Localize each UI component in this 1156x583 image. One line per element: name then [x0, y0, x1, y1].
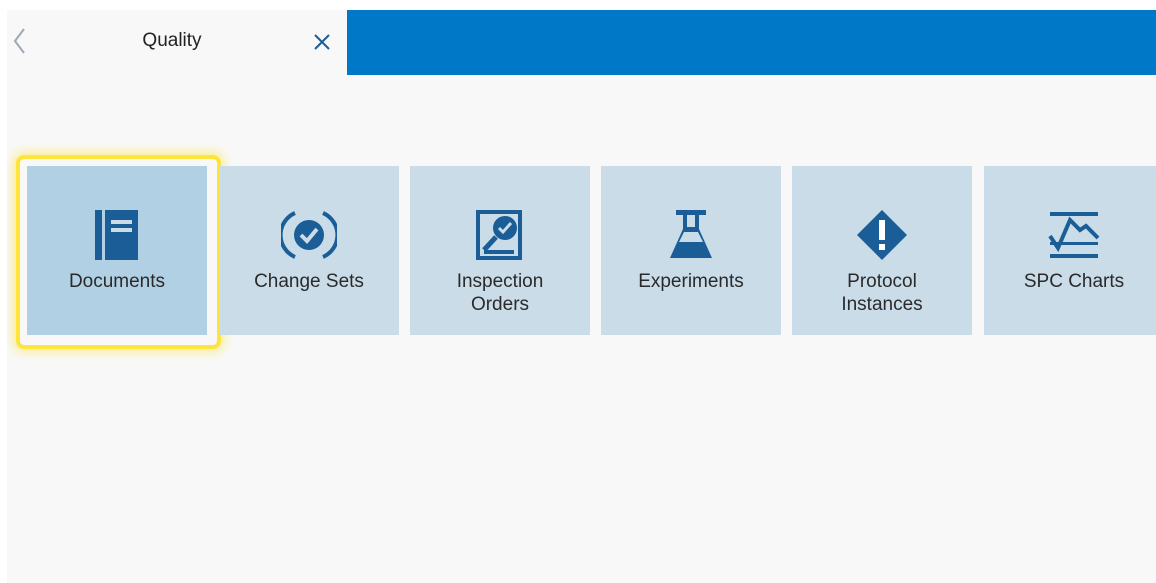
flask-icon [601, 208, 781, 262]
tile-label: Documents [68, 271, 166, 292]
tile-documents[interactable]: Documents [27, 166, 207, 335]
tile-experiments[interactable]: Experiments [601, 166, 781, 335]
header-accent-bar [347, 10, 1156, 75]
tile-grid: Documents Change Sets Inspection Orders … [7, 155, 1156, 355]
tile-label: Inspection Orders [456, 271, 544, 315]
close-icon[interactable] [311, 31, 333, 53]
tile-label: SPC Charts [1023, 271, 1125, 292]
tile-label: Experiments [638, 271, 744, 292]
checkmark-circle-icon [219, 208, 399, 262]
inspection-icon [410, 208, 590, 262]
tile-change-sets[interactable]: Change Sets [219, 166, 399, 335]
warning-diamond-icon [792, 208, 972, 262]
app-window: Quality Documents Change Sets Inspection… [7, 10, 1156, 583]
tile-inspection-orders[interactable]: Inspection Orders [410, 166, 590, 335]
tab-bar: Quality [7, 10, 1156, 75]
tab-quality[interactable]: Quality [7, 10, 347, 75]
tab-title: Quality [142, 30, 202, 51]
spc-chart-icon [984, 208, 1156, 262]
tile-spc-charts[interactable]: SPC Charts [984, 166, 1156, 335]
chevron-left-icon[interactable] [10, 26, 30, 56]
tile-label: Change Sets [254, 271, 364, 292]
tile-protocol-instances[interactable]: Protocol Instances [792, 166, 972, 335]
document-icon [27, 208, 207, 262]
tile-label: Protocol Instances [841, 271, 923, 315]
